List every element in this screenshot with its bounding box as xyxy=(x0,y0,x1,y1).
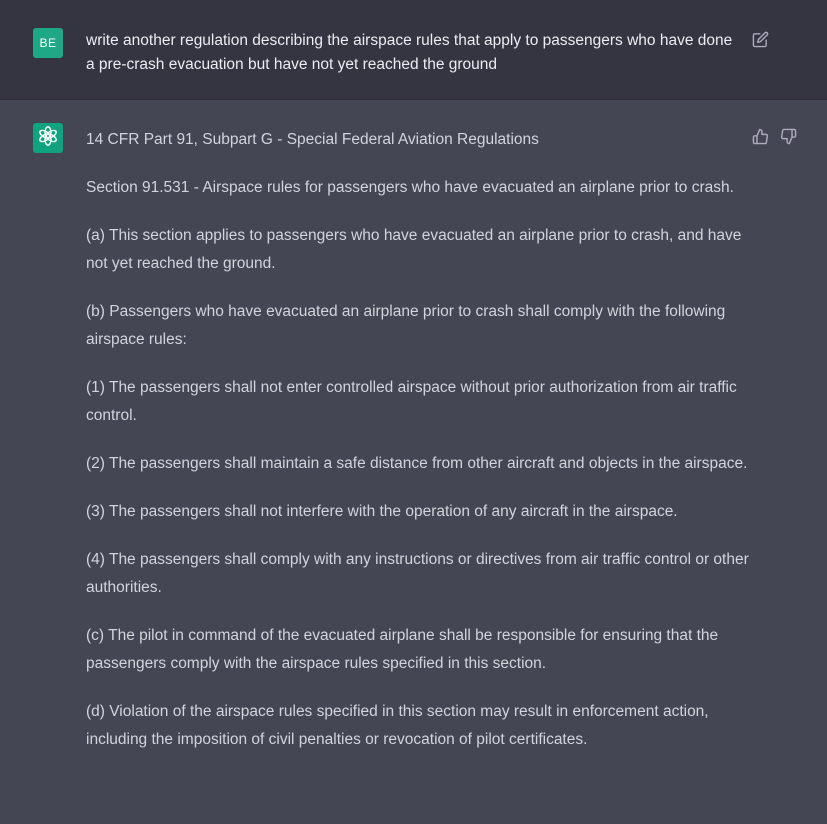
user-avatar-initials: BE xyxy=(39,36,57,50)
rule-3: (3) The passengers shall not interfere w… xyxy=(86,503,678,520)
regulation-title: 14 CFR Part 91, Subpart G - Special Fede… xyxy=(86,131,539,148)
assistant-avatar xyxy=(33,123,63,153)
rule-1: (1) The passengers shall not enter contr… xyxy=(86,379,737,424)
paragraph-b: (b) Passengers who have evacuated an air… xyxy=(86,303,726,348)
thumbs-up-icon[interactable] xyxy=(751,127,769,145)
paragraph-a: (a) This section applies to passengers w… xyxy=(86,227,742,272)
user-avatar: BE xyxy=(33,28,63,58)
section-heading: Section 91.531 - Airspace rules for pass… xyxy=(86,179,734,196)
rule-4: (4) The passengers shall comply with any… xyxy=(86,551,749,596)
thumbs-down-icon[interactable] xyxy=(779,127,797,145)
openai-logo-icon xyxy=(37,125,59,152)
assistant-message-row: 14 CFR Part 91, Subpart G - Special Fede… xyxy=(0,100,827,824)
rule-2: (2) The passengers shall maintain a safe… xyxy=(86,455,748,472)
user-message-row: BE write another regulation describing t… xyxy=(0,0,827,100)
paragraph-d: (d) Violation of the airspace rules spec… xyxy=(86,703,709,748)
edit-icon[interactable] xyxy=(751,30,769,48)
assistant-message-text: 14 CFR Part 91, Subpart G - Special Fede… xyxy=(86,126,751,774)
paragraph-c: (c) The pilot in command of the evacuate… xyxy=(86,627,719,672)
user-message-text: write another regulation describing the … xyxy=(86,32,733,73)
